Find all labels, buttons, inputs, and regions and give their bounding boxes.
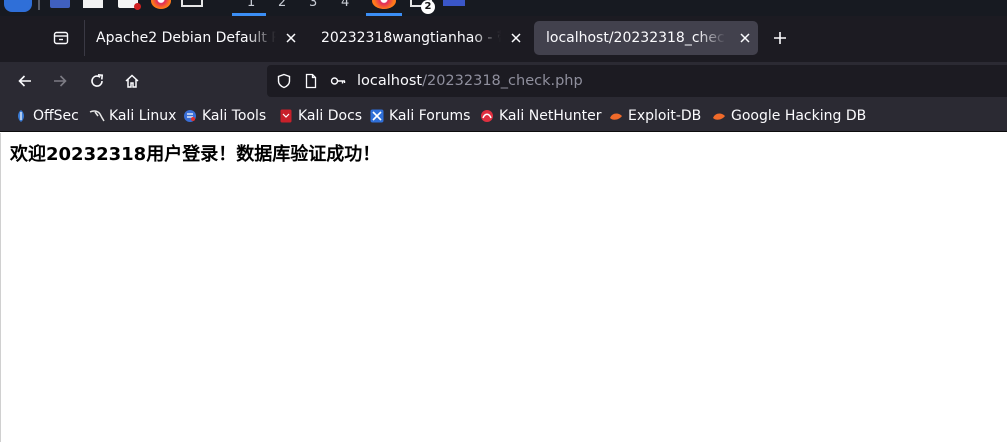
ghdb-icon — [711, 108, 727, 124]
bookmark-kali-tools[interactable]: Kali Tools — [182, 105, 266, 127]
taskbar-separator — [38, 0, 40, 10]
bookmark-label: Kali Docs — [298, 108, 363, 124]
close-icon — [511, 33, 521, 43]
tab-title: localhost/20232318_check.php — [546, 30, 726, 46]
bookmark-label: Kali Forums — [389, 108, 471, 124]
home-icon — [125, 74, 139, 88]
workspace-3[interactable]: 3 — [309, 0, 317, 11]
page-info-icon[interactable] — [303, 73, 319, 89]
tracking-protection-shield-icon[interactable] — [276, 73, 292, 89]
bookmark-label: Kali Linux — [109, 108, 177, 124]
back-button[interactable] — [9, 65, 41, 97]
system-taskbar: 1 2 3 4 2 — [0, 0, 1007, 16]
forward-button[interactable] — [44, 65, 76, 97]
close-icon — [286, 33, 296, 43]
bookmark-kali-forums[interactable]: Kali Forums — [369, 105, 470, 127]
tab-apache-default[interactable]: Apache2 Debian Default Page: It works — [84, 21, 304, 55]
bookmark-label: Kali NetHunter — [499, 108, 602, 124]
bookmark-label: OffSec — [33, 108, 79, 124]
tab-close-button[interactable] — [282, 29, 300, 47]
firefox-view-button[interactable] — [42, 21, 80, 55]
tab-title: 20232318wangtianhao - 带验证的登录 — [321, 30, 501, 46]
workspace-1[interactable]: 1 — [247, 0, 255, 11]
plus-icon — [774, 32, 786, 44]
bookmarks-toolbar: OffSec Kali Linux Kali Tools Kali Docs K… — [0, 100, 1007, 132]
tab-title: Apache2 Debian Default Page: It works — [96, 30, 276, 46]
file-manager-icon[interactable] — [50, 0, 70, 8]
reload-button[interactable] — [81, 65, 113, 97]
arrow-left-icon — [18, 75, 31, 87]
bookmark-label: Google Hacking DB — [731, 108, 867, 124]
firefox-window-icon[interactable] — [372, 0, 396, 9]
new-tab-button[interactable] — [766, 24, 794, 52]
bookmark-kali-linux[interactable]: Kali Linux — [89, 105, 176, 127]
bookmark-offsec[interactable]: OffSec — [13, 105, 79, 127]
blue-window-icon[interactable] — [443, 0, 465, 6]
close-icon — [740, 33, 750, 43]
firefox-icon[interactable] — [151, 0, 171, 9]
bookmark-exploit-db[interactable]: Exploit-DB — [608, 105, 701, 127]
kali-forums-icon — [369, 108, 385, 124]
navigation-toolbar: localhost/20232318_check.php — [0, 62, 1007, 100]
kali-dragon-icon — [89, 108, 105, 124]
text-editor-icon[interactable] — [118, 0, 141, 10]
url-bar[interactable]: localhost/20232318_check.php — [267, 65, 1007, 97]
tab-close-button[interactable] — [736, 29, 754, 47]
bookmark-label: Kali Tools — [202, 108, 267, 124]
offsec-icon — [13, 108, 29, 124]
kali-tools-icon — [182, 108, 198, 124]
bookmark-google-hacking-db[interactable]: Google Hacking DB — [711, 105, 866, 127]
exploit-db-icon — [608, 108, 624, 124]
tab-check-php[interactable]: localhost/20232318_check.php — [534, 21, 758, 55]
blank-window-icon[interactable] — [83, 0, 103, 8]
url-host: localhost — [357, 73, 423, 89]
nethunter-icon — [479, 108, 495, 124]
arrow-right-icon — [54, 75, 67, 87]
bookmark-label: Exploit-DB — [628, 108, 702, 124]
tab-login-page[interactable]: 20232318wangtianhao - 带验证的登录 — [309, 21, 529, 55]
firefox-view-icon — [53, 31, 69, 45]
bookmark-kali-docs[interactable]: Kali Docs — [278, 105, 362, 127]
window-count-badge: 2 — [421, 0, 435, 14]
kali-docs-icon — [278, 108, 294, 124]
url-path: /20232318_check.php — [422, 73, 583, 89]
key-icon[interactable] — [330, 73, 346, 89]
terminal-icon[interactable] — [181, 0, 203, 7]
page-content: 欢迎20232318用户登录！数据库验证成功！ — [0, 133, 1007, 442]
kali-menu-icon[interactable] — [4, 0, 32, 12]
bookmark-kali-nethunter[interactable]: Kali NetHunter — [479, 105, 601, 127]
tab-strip: Apache2 Debian Default Page: It works 20… — [0, 16, 1007, 62]
url-text[interactable]: localhost/20232318_check.php — [357, 65, 583, 97]
workspace-2[interactable]: 2 — [278, 0, 286, 11]
home-button[interactable] — [116, 65, 148, 97]
reload-icon — [91, 74, 104, 87]
workspace-4[interactable]: 4 — [341, 0, 349, 11]
welcome-message: 欢迎20232318用户登录！数据库验证成功！ — [10, 144, 381, 165]
tab-close-button[interactable] — [507, 29, 525, 47]
